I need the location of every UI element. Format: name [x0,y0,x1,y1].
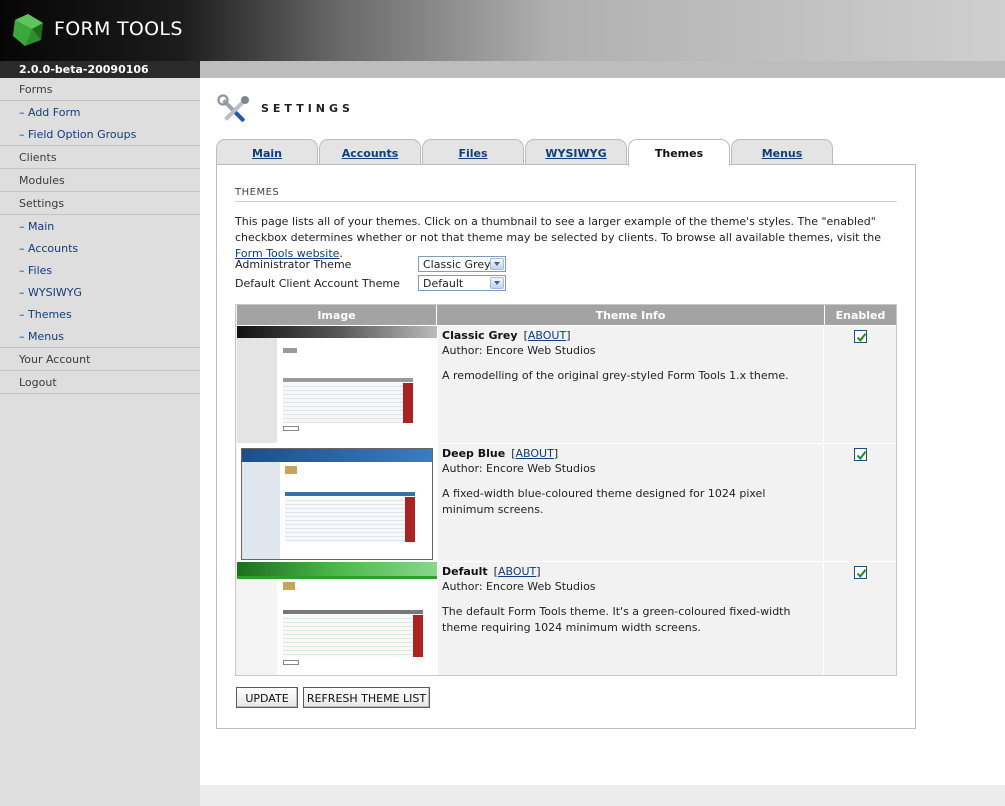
tab-main[interactable]: Main [216,139,318,165]
theme-name: Default [442,565,488,578]
themes-table: Image Theme Info Enabled Classic Grey [A… [235,304,897,676]
theme-info-classic-grey: Classic Grey [ABOUT] Author: Encore Web S… [437,326,824,443]
app-header: FORM TOOLS [0,0,1005,61]
sidebar-item-themes[interactable]: – Themes [0,303,200,325]
tools-icon [217,94,251,128]
theme-author: Author: Encore Web Studios [442,462,596,475]
sidebar-item-settings[interactable]: Settings [0,192,200,215]
theme-description: A remodelling of the original grey-style… [442,369,789,382]
refresh-theme-list-button[interactable]: REFRESH THEME LIST [303,687,430,708]
admin-theme-value: Classic Grey [423,258,491,271]
table-row: Default [ABOUT] Author: Encore Web Studio… [236,561,896,675]
enabled-checkbox-default[interactable] [854,566,867,579]
checkmark-icon [856,451,867,461]
client-theme-select[interactable]: Default [418,275,506,291]
version-label: 2.0.0-beta-20090106 [0,61,200,78]
version-bar: 2.0.0-beta-20090106 [0,61,1005,78]
sidebar-item-add-form[interactable]: – Add Form [0,101,200,123]
theme-thumbnail-classic-grey[interactable] [237,326,437,443]
intro-text: This page lists all of your themes. Clic… [235,214,903,262]
tab-files[interactable]: Files [422,139,524,165]
tab-themes[interactable]: Themes [628,139,730,166]
admin-theme-select[interactable]: Classic Grey [418,256,506,272]
page-title: SETTINGS [261,102,354,115]
about-link[interactable]: ABOUT [528,329,566,342]
theme-info-default: Default [ABOUT] Author: Encore Web Studio… [437,562,824,675]
sidebar-item-field-option-groups[interactable]: – Field Option Groups [0,123,200,146]
sidebar-item-files[interactable]: – Files [0,259,200,281]
dropdown-arrow-icon [490,258,504,270]
sidebar-item-logout[interactable]: Logout [0,371,200,394]
enabled-cell [825,444,896,561]
sidebar-item-forms[interactable]: Forms [0,78,200,101]
enabled-checkbox-classic-grey[interactable] [854,330,867,343]
theme-thumbnail-deep-blue[interactable] [237,444,437,561]
dropdown-arrow-icon [490,277,504,289]
theme-description: A fixed-width blue-coloured theme design… [442,487,766,516]
admin-theme-label: Administrator Theme [235,258,352,271]
sidebar-item-modules[interactable]: Modules [0,169,200,192]
form-tools-logo-icon [10,12,46,48]
sidebar-item-menus[interactable]: – Menus [0,325,200,348]
enabled-cell [825,562,896,675]
about-link[interactable]: ABOUT [498,565,536,578]
themes-panel: THEMES This page lists all of your theme… [216,164,916,729]
about-link-wrapper: [ABOUT] [523,329,571,342]
enabled-checkbox-deep-blue[interactable] [854,448,867,461]
client-theme-value: Default [423,277,464,290]
sidebar-item-your-account[interactable]: Your Account [0,348,200,371]
about-link-wrapper: [ABOUT] [511,447,559,460]
theme-author: Author: Encore Web Studios [442,580,596,593]
main-content: SETTINGS Main Accounts Files WYSIWYG The… [200,78,1005,785]
theme-info-deep-blue: Deep Blue [ABOUT] Author: Encore Web Stud… [437,444,824,561]
update-button[interactable]: UPDATE [236,687,298,708]
app-logo-text: FORM TOOLS [54,18,183,40]
intro-text-body: This page lists all of your themes. Clic… [235,215,882,244]
client-theme-label: Default Client Account Theme [235,277,400,290]
sidebar-item-wysiwyg[interactable]: – WYSIWYG [0,281,200,303]
theme-thumbnail-default[interactable] [237,562,437,675]
theme-name: Classic Grey [442,329,518,342]
checkmark-icon [856,569,867,579]
column-header-enabled: Enabled [825,305,896,325]
theme-description: The default Form Tools theme. It's a gre… [442,605,791,634]
sidebar-item-main[interactable]: – Main [0,215,200,237]
theme-author: Author: Encore Web Studios [442,344,596,357]
theme-name: Deep Blue [442,447,506,460]
table-row: Deep Blue [ABOUT] Author: Encore Web Stud… [236,443,896,561]
enabled-cell [825,326,896,443]
section-heading: THEMES [235,187,897,202]
sidebar-item-accounts[interactable]: – Accounts [0,237,200,259]
checkmark-icon [856,333,867,343]
tab-wysiwyg[interactable]: WYSIWYG [525,139,627,165]
column-header-image: Image [237,305,437,325]
sidebar-item-clients[interactable]: Clients [0,146,200,169]
tab-accounts[interactable]: Accounts [319,139,421,165]
about-link[interactable]: ABOUT [516,447,554,460]
about-link-wrapper: [ABOUT] [493,565,541,578]
column-header-theme-info: Theme Info [437,305,825,325]
table-row: Classic Grey [ABOUT] Author: Encore Web S… [236,325,896,443]
sidebar: Forms – Add Form – Field Option Groups C… [0,78,200,806]
tab-menus[interactable]: Menus [731,139,833,165]
